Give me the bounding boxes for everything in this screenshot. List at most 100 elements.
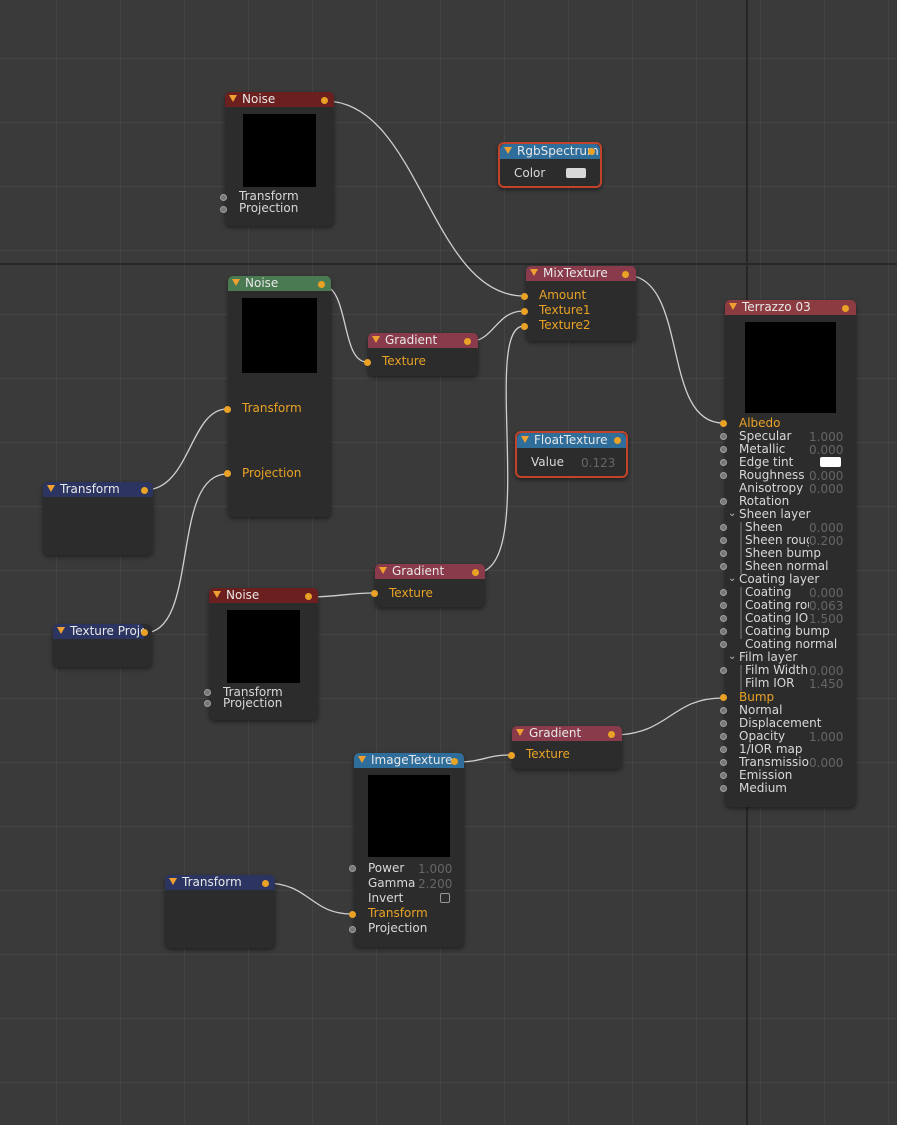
node-mix-texture[interactable]: MixTexture Amount Texture1 Texture2 [521,266,636,341]
input-pin[interactable] [720,615,727,622]
sheen-value[interactable]: 0.000 [809,521,843,535]
node-gradient-top[interactable]: Gradient Texture [364,333,478,376]
node-header[interactable]: ImageTexture [354,753,464,768]
input-pin[interactable] [720,589,727,596]
input-pin[interactable] [204,700,211,707]
input-pin[interactable] [720,667,727,674]
collapse-icon[interactable] [232,279,240,286]
collapse-icon[interactable] [379,567,387,574]
collapse-icon[interactable] [358,756,366,763]
node-header[interactable]: Texture Projection [53,624,144,639]
input-pin[interactable] [720,433,727,440]
node-header[interactable]: Noise [225,92,334,107]
output-pin[interactable] [305,593,312,600]
power-value[interactable]: 1.000 [418,862,452,876]
output-pin[interactable] [141,487,148,494]
input-pin[interactable] [720,524,727,531]
invert-checkbox[interactable] [440,893,450,903]
node-noise-top[interactable]: Noise Transform Projection [220,92,334,226]
input-pin[interactable] [224,406,231,413]
input-pin[interactable] [720,550,727,557]
specular-value[interactable]: 1.000 [809,430,843,444]
input-pin[interactable] [521,293,528,300]
node-texture-projection[interactable]: Texture Projection [53,624,152,667]
output-pin[interactable] [608,731,615,738]
coating-roughness-value[interactable]: 0.063 [809,599,843,613]
node-header[interactable]: Gradient [375,564,485,579]
input-pin[interactable] [720,628,727,635]
output-pin[interactable] [614,437,621,444]
edge-tint-swatch[interactable] [820,457,841,467]
output-pin[interactable] [262,880,269,887]
input-pin[interactable] [720,759,727,766]
node-header[interactable]: Transform [165,875,275,890]
input-pin[interactable] [204,689,211,696]
input-pin[interactable] [720,563,727,570]
node-float-texture[interactable]: FloatTexture Value 0.123 [515,431,628,478]
node-header[interactable]: Gradient [512,726,622,741]
input-pin[interactable] [720,498,727,505]
node-header[interactable]: Terrazzo 03 [725,300,856,315]
input-pin[interactable] [720,472,727,479]
input-pin[interactable] [720,459,727,466]
node-rgb-spectrum[interactable]: RgbSpectrum Color [498,142,602,188]
input-pin[interactable] [720,720,727,727]
collapse-icon[interactable] [521,436,529,443]
opacity-value[interactable]: 1.000 [809,730,843,744]
input-pin[interactable] [720,537,727,544]
output-pin[interactable] [141,629,148,636]
input-pin[interactable] [521,323,528,330]
input-pin[interactable] [720,746,727,753]
input-pin[interactable] [720,694,727,701]
node-transform-bottom[interactable]: Transform [165,875,275,948]
node-header[interactable]: Gradient [368,333,478,348]
node-gradient-low[interactable]: Gradient Texture [508,726,622,769]
collapse-icon[interactable] [229,95,237,102]
node-header[interactable]: Noise [209,588,318,603]
node-header[interactable]: RgbSpectrum [500,144,600,159]
input-pin[interactable] [224,470,231,477]
input-pin[interactable] [720,785,727,792]
collapse-icon[interactable] [47,485,55,492]
collapse-icon[interactable] [729,303,737,310]
input-pin[interactable] [349,865,356,872]
collapse-icon[interactable] [213,591,221,598]
input-pin[interactable] [220,194,227,201]
input-pin[interactable] [720,707,727,714]
input-pin[interactable] [720,772,727,779]
collapse-icon[interactable] [372,336,380,343]
chevron-down-icon[interactable]: ⌄ [728,651,736,662]
input-pin[interactable] [521,308,528,315]
node-header[interactable]: FloatTexture [517,433,626,448]
collapse-icon[interactable] [57,627,65,634]
output-pin[interactable] [588,148,595,155]
chevron-down-icon[interactable]: ⌄ [728,573,736,584]
output-pin[interactable] [451,758,458,765]
node-header[interactable]: Transform [43,482,153,497]
input-pin[interactable] [720,733,727,740]
input-pin[interactable] [371,590,378,597]
roughness-value[interactable]: 0.000 [809,469,843,483]
transmission-value[interactable]: 0.000 [809,756,843,770]
node-transform-left[interactable]: Transform [43,482,153,555]
node-gradient-mid[interactable]: Gradient Texture [371,564,485,607]
gamma-value[interactable]: 2.200 [418,877,452,891]
collapse-icon[interactable] [504,147,512,154]
input-pin[interactable] [364,359,371,366]
input-pin[interactable] [508,752,515,759]
output-pin[interactable] [318,281,325,288]
input-pin[interactable] [720,641,727,648]
value-field[interactable]: 0.123 [581,456,615,470]
input-pin[interactable] [349,911,356,918]
film-width-value[interactable]: 0.000 [809,664,843,678]
input-pin[interactable] [720,602,727,609]
input-pin[interactable] [220,206,227,213]
film-ior-value[interactable]: 1.450 [809,677,843,691]
node-noise-mid[interactable]: Noise Transform Projection [224,276,331,517]
input-pin[interactable] [720,420,727,427]
coating-value[interactable]: 0.000 [809,586,843,600]
output-pin[interactable] [464,338,471,345]
chevron-down-icon[interactable]: ⌄ [728,508,736,519]
node-header[interactable]: Noise [228,276,331,291]
anisotropy-value[interactable]: 0.000 [809,482,843,496]
